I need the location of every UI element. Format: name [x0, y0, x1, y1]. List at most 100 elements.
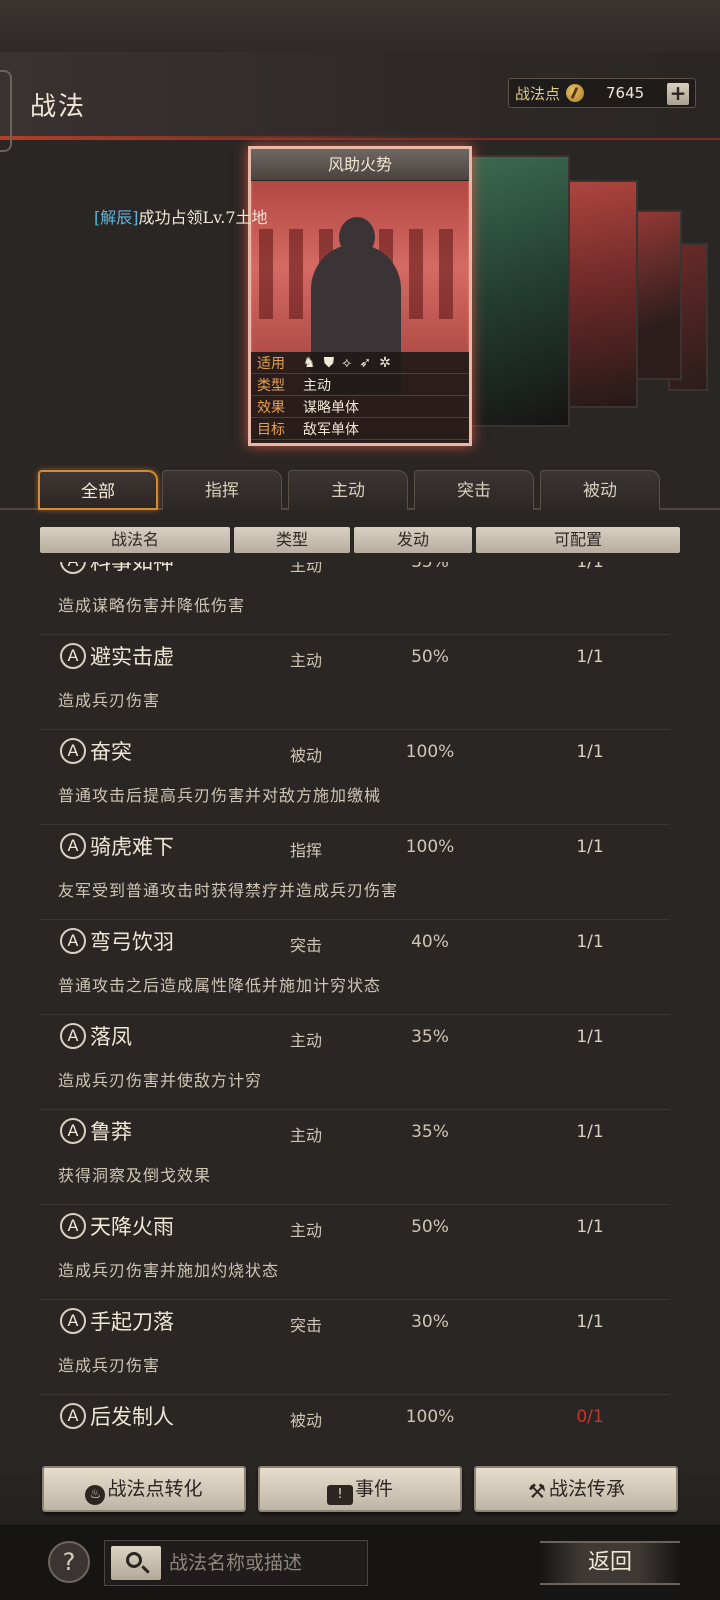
- skill-rate: 35%: [411, 1027, 449, 1047]
- skill-list-item[interactable]: A 料事如神 主动 35% 1/1 造成谋略伤害并降低伤害: [40, 562, 670, 635]
- card-info-row: 适用 ♞ ⛊ ⟡ ➶ ✲: [251, 352, 469, 374]
- skill-list-item[interactable]: A 天降火雨 主动 50% 1/1 造成兵刃伤害并施加灼烧状态: [40, 1205, 670, 1300]
- inherit-button[interactable]: ⚒ 战法传承: [474, 1466, 678, 1512]
- back-button[interactable]: 返回: [540, 1541, 680, 1585]
- skill-list-item[interactable]: A 弯弓饮羽 突击 40% 1/1 普通攻击之后造成属性降低并施加计穷状态: [40, 920, 670, 1015]
- skill-type: 指挥: [289, 841, 322, 860]
- grade-a-icon: A: [60, 1023, 86, 1049]
- card-info-row: 目标 敌军单体: [251, 418, 469, 440]
- skill-list-item[interactable]: A 鲁莽 主动 35% 1/1 获得洞察及倒戈效果: [40, 1110, 670, 1205]
- skill-list-item[interactable]: A 落凤 主动 35% 1/1 造成兵刃伤害并使敌方计穷: [40, 1015, 670, 1110]
- skill-row: A 后发制人 被动 100% 0/1: [40, 1395, 670, 1435]
- top-decoration: [0, 0, 720, 52]
- skill-slots: 1/1: [576, 837, 604, 857]
- skill-type: 主动: [289, 1221, 322, 1240]
- tab-assault[interactable]: 突击: [414, 470, 534, 510]
- skill-point-coin-icon: [566, 84, 585, 102]
- card-info-value: 谋略单体: [303, 399, 359, 416]
- card-info-panel: 适用 ♞ ⛊ ⟡ ➶ ✲ 类型 主动 效果 谋略单体 目标 敌军单体: [251, 352, 469, 443]
- card-title: 风助火势: [251, 149, 469, 181]
- skill-name: 料事如神: [90, 562, 174, 574]
- skill-name: 弯弓饮羽: [90, 930, 174, 954]
- skill-row: A 鲁莽 主动 35% 1/1: [40, 1110, 670, 1150]
- inherit-label: 战法传承: [548, 1478, 625, 1500]
- skill-name: 鲁莽: [90, 1120, 132, 1144]
- skill-type: 突击: [289, 936, 322, 955]
- skill-rate: 100%: [405, 742, 455, 762]
- grade-a-icon: A: [60, 1403, 86, 1429]
- skill-list-item[interactable]: A 奋突 被动 100% 1/1 普通攻击后提高兵刃伤害并对敌方施加缴械: [40, 730, 670, 825]
- skill-name: 奋突: [90, 740, 132, 764]
- card-info-key: 效果: [257, 399, 285, 416]
- grade-a-icon: A: [60, 562, 86, 574]
- card-back-2[interactable]: [466, 155, 570, 427]
- skill-slots: 1/1: [576, 562, 604, 572]
- skill-list[interactable]: A 料事如神 主动 35% 1/1 造成谋略伤害并降低伤害 A 避实击虚 主动 …: [40, 562, 670, 1452]
- grade-a-icon: A: [60, 1213, 86, 1239]
- side-drawer-handle[interactable]: [0, 70, 12, 152]
- skill-row: A 天降火雨 主动 50% 1/1: [40, 1205, 670, 1245]
- column-header-rate[interactable]: 发动: [354, 527, 472, 553]
- skill-type: 被动: [289, 746, 322, 765]
- tab-command[interactable]: 指挥: [162, 470, 282, 510]
- skill-rate: 35%: [411, 1122, 449, 1142]
- unlock-condition: [解辰]成功占领Lv.7土地: [94, 204, 268, 228]
- unlock-tag: [解辰]: [94, 208, 139, 227]
- skill-type: 主动: [289, 1031, 322, 1050]
- grade-a-icon: A: [60, 1308, 86, 1334]
- add-points-button[interactable]: +: [667, 83, 689, 105]
- skill-type: 主动: [289, 1126, 322, 1145]
- skill-points-value: 7645: [606, 84, 645, 102]
- help-button[interactable]: ?: [48, 1541, 90, 1583]
- skill-type: 主动: [289, 562, 322, 575]
- skill-slots: 1/1: [576, 1312, 604, 1332]
- column-header-name[interactable]: 战法名: [40, 527, 230, 553]
- grade-a-icon: A: [60, 928, 86, 954]
- event-button[interactable]: ! 事件: [258, 1466, 462, 1512]
- alert-icon: !: [326, 1485, 353, 1505]
- skill-type: 主动: [289, 651, 322, 670]
- search-icon: [126, 1552, 142, 1568]
- skill-description: 普通攻击后提高兵刃伤害并对敌方施加缴械: [58, 786, 382, 805]
- skill-description: 造成兵刃伤害并使敌方计穷: [58, 1071, 263, 1090]
- column-header-type[interactable]: 类型: [234, 527, 350, 553]
- tab-all[interactable]: 全部: [38, 470, 158, 510]
- skill-rate: 50%: [411, 1217, 449, 1237]
- skill-row: A 料事如神 主动 35% 1/1: [40, 562, 670, 580]
- skill-row: A 骑虎难下 指挥 100% 1/1: [40, 825, 670, 865]
- shield-icon: ⛊: [323, 354, 335, 371]
- bow-icon: ⟡: [342, 354, 352, 371]
- skill-rate: 50%: [411, 647, 449, 667]
- skill-description: 造成兵刃伤害: [58, 691, 161, 710]
- troop-type-icons: ♞ ⛊ ⟡ ➶ ✲: [303, 355, 391, 371]
- skill-row: A 手起刀落 突击 30% 1/1: [40, 1300, 670, 1340]
- skill-slots: 1/1: [576, 1217, 604, 1237]
- skill-slots: 1/1: [576, 932, 604, 952]
- skill-list-item[interactable]: A 后发制人 被动 100% 0/1: [40, 1395, 670, 1452]
- skill-list-item[interactable]: A 避实击虚 主动 50% 1/1 造成兵刃伤害: [40, 635, 670, 730]
- tab-passive[interactable]: 被动: [540, 470, 660, 510]
- header-glow: [0, 136, 420, 140]
- skill-list-item[interactable]: A 手起刀落 突击 30% 1/1 造成兵刃伤害: [40, 1300, 670, 1395]
- skill-list-item[interactable]: A 骑虎难下 指挥 100% 1/1 友军受到普通攻击时获得禁疗并造成兵刃伤害: [40, 825, 670, 920]
- skill-description: 友军受到普通攻击时获得禁疗并造成兵刃伤害: [58, 881, 399, 900]
- convert-points-button[interactable]: ♨ 战法点转化: [42, 1466, 246, 1512]
- event-label: 事件: [354, 1478, 393, 1500]
- card-back-art: [468, 157, 568, 425]
- skill-description: 造成谋略伤害并降低伤害: [58, 596, 246, 615]
- search-box[interactable]: [104, 1540, 368, 1586]
- skill-name: 后发制人: [90, 1405, 174, 1429]
- skill-slots: 1/1: [576, 1027, 604, 1047]
- card-art-figure-head: [339, 217, 375, 257]
- tab-active[interactable]: 主动: [288, 470, 408, 510]
- search-button[interactable]: [111, 1546, 161, 1580]
- hammer-icon: ⚒: [528, 1479, 546, 1503]
- featured-skill-card[interactable]: 风助火势 适用 ♞ ⛊ ⟡ ➶ ✲ 类型 主动 效果 谋略单体 目标 敌军单体: [248, 146, 472, 446]
- skill-slots: 1/1: [576, 1122, 604, 1142]
- card-info-value: 敌军单体: [303, 421, 359, 438]
- grade-a-icon: A: [60, 833, 86, 859]
- skill-name: 落凤: [90, 1025, 132, 1049]
- search-input[interactable]: [169, 1547, 359, 1579]
- skill-name: 天降火雨: [90, 1215, 174, 1239]
- column-header-slots[interactable]: 可配置: [476, 527, 680, 553]
